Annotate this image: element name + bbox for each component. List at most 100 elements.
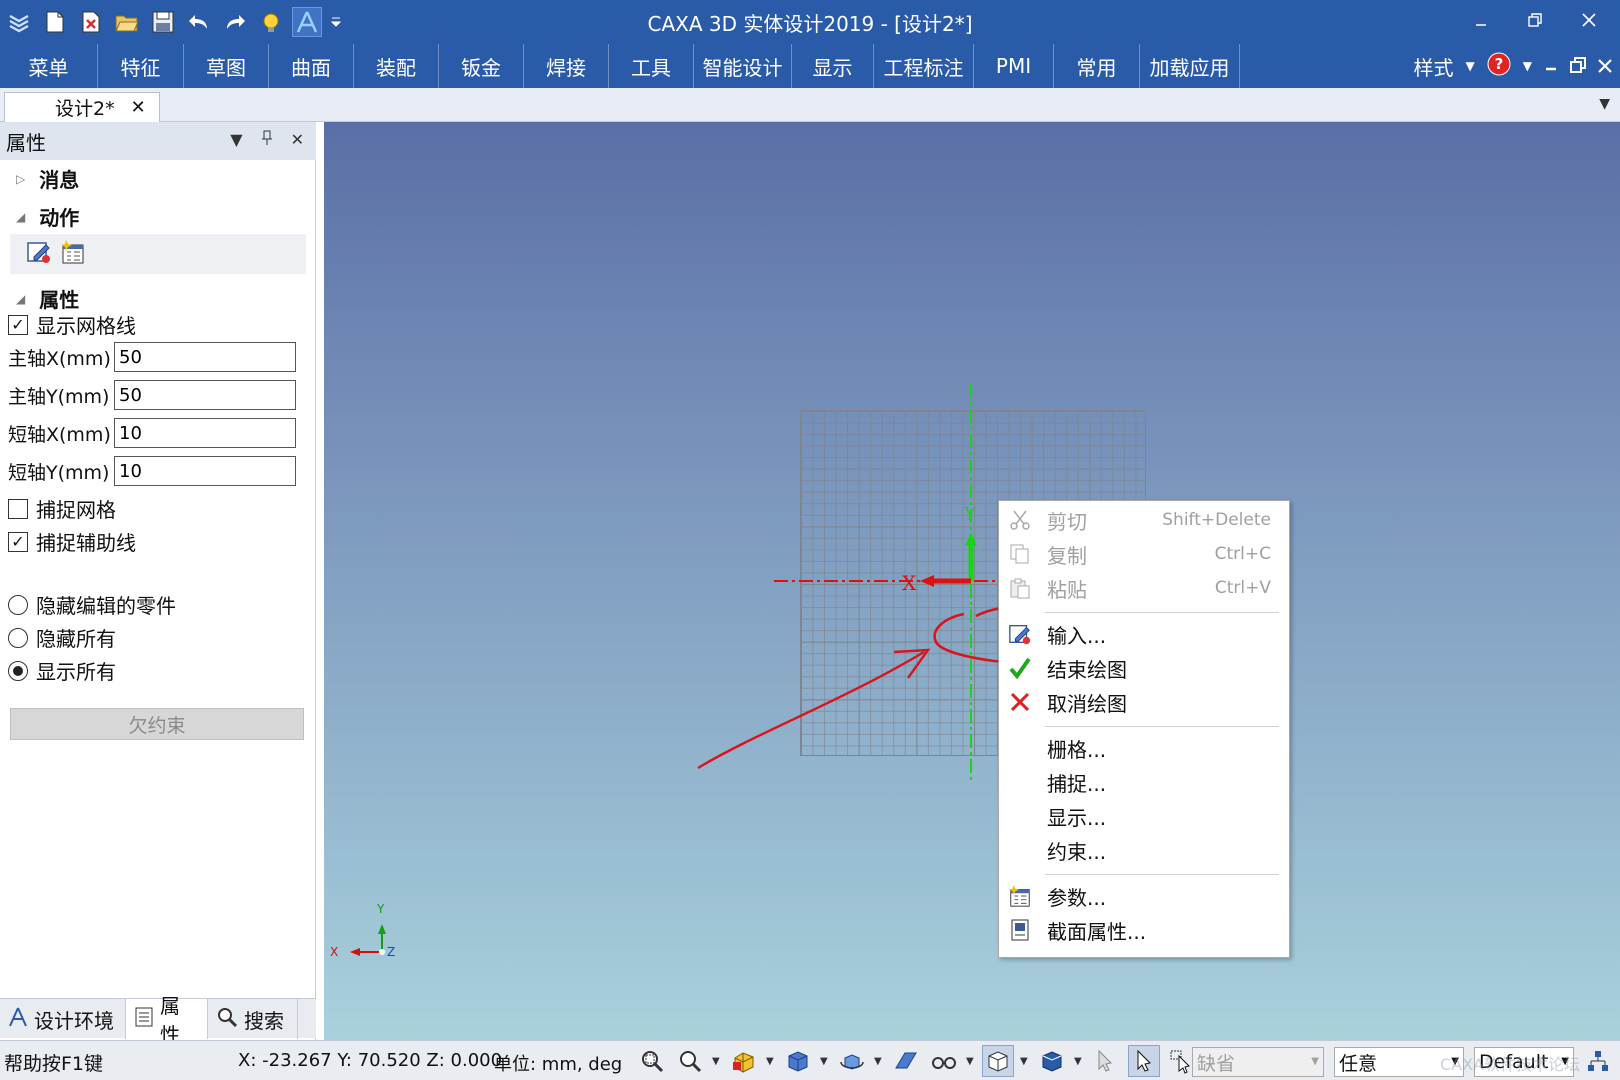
minimize-icon[interactable] — [1458, 4, 1504, 36]
dropdown-arrow-icon[interactable]: ▼ — [712, 1056, 722, 1067]
restore-icon[interactable] — [1512, 4, 1558, 36]
panel-menu-icon[interactable]: ▼ — [230, 130, 242, 150]
menu-common[interactable]: 常用 — [1054, 44, 1140, 88]
rotate-view-icon[interactable] — [836, 1045, 868, 1077]
menu-sketch[interactable]: 草图 — [184, 44, 269, 88]
minor-y-input[interactable] — [114, 456, 296, 486]
menu-welding[interactable]: 焊接 — [524, 44, 609, 88]
menu-item-parameters[interactable]: 参数... — [999, 879, 1289, 913]
doc-restore-icon[interactable] — [1570, 54, 1586, 78]
section-message[interactable]: ▷ 消息 — [16, 164, 79, 193]
dropdown-arrow-icon[interactable]: ▼ — [1466, 59, 1475, 73]
menu-main[interactable]: 菜单 — [0, 44, 98, 88]
menu-item-cancel-sketch[interactable]: 取消绘图 — [999, 685, 1289, 719]
property-panel: 属性 ▼ ✕ ▷ 消息 ◢ 动作 ◢ 属性 ✓ 显示网格线 主轴X(mm) 50… — [0, 122, 316, 1047]
menu-tools[interactable]: 工具 — [609, 44, 694, 88]
major-x-input[interactable] — [114, 342, 296, 372]
doc-close-icon[interactable] — [1598, 54, 1612, 78]
menu-item-finish-sketch[interactable]: 结束绘图 — [999, 651, 1289, 685]
dropdown-arrow-icon[interactable]: ▼ — [766, 1056, 776, 1067]
dropdown-arrow-icon: ▼ — [1311, 1056, 1319, 1067]
close-icon[interactable] — [1566, 4, 1612, 36]
dropdown-arrow-icon[interactable]: ▼ — [820, 1056, 830, 1067]
network-icon[interactable] — [1582, 1045, 1614, 1077]
style-menu[interactable]: 样式 — [1414, 52, 1454, 81]
minor-x-input[interactable] — [114, 418, 296, 448]
pick-filter-icon[interactable] — [1090, 1045, 1122, 1077]
menu-item-constraint[interactable]: 约束... — [999, 833, 1289, 867]
dropdown-arrow-icon[interactable]: ▼ — [874, 1056, 884, 1067]
default-combo[interactable]: 缺省 ▼ — [1192, 1047, 1324, 1077]
menu-load-apps[interactable]: 加载应用 — [1140, 44, 1240, 88]
collapse-triangle-icon: ◢ — [16, 209, 26, 224]
tab-design-environment[interactable]: 设计环境 — [0, 999, 126, 1039]
select-cursor-icon[interactable] — [1128, 1045, 1160, 1077]
menu-item-copy[interactable]: 复制 Ctrl+C — [999, 537, 1289, 571]
radio-button-selected[interactable] — [8, 660, 28, 681]
design-viewport[interactable]: X Y Y X Z — [324, 122, 1620, 1040]
menu-pmi[interactable]: PMI — [974, 44, 1054, 88]
section-view-icon[interactable] — [890, 1045, 922, 1077]
menu-sheet-metal[interactable]: 钣金 — [439, 44, 524, 88]
tab-properties[interactable]: 属性 — [126, 994, 208, 1047]
menu-item-constraint-label: 约束... — [1047, 839, 1107, 864]
checkbox-checked[interactable]: ✓ — [8, 531, 28, 552]
radio-button[interactable] — [8, 627, 28, 648]
menu-feature[interactable]: 特征 — [98, 44, 184, 88]
menu-item-snap[interactable]: 捕捉... — [999, 765, 1289, 799]
menu-item-cut[interactable]: 剪切 Shift+Delete — [999, 503, 1289, 537]
menu-item-input[interactable]: 输入... — [999, 617, 1289, 651]
show-grid-checkbox[interactable]: ✓ 显示网格线 — [8, 310, 136, 339]
input-edit-icon[interactable] — [26, 239, 52, 270]
menu-item-display[interactable]: 显示... — [999, 799, 1289, 833]
section-properties-label: 属性 — [39, 288, 80, 312]
section-properties[interactable]: ◢ 属性 — [16, 284, 79, 313]
pan-view-icon[interactable] — [728, 1045, 760, 1077]
radio-show-all[interactable]: 显示所有 — [8, 656, 116, 685]
field-major-x-label: 主轴X(mm) — [8, 347, 111, 370]
snap-guides-checkbox[interactable]: ✓ 捕捉辅助线 — [8, 527, 136, 556]
panel-header: 属性 ▼ ✕ — [0, 122, 316, 160]
render-style-icon[interactable] — [982, 1045, 1014, 1077]
radio-hide-edited-parts[interactable]: 隐藏编辑的零件 — [8, 590, 176, 619]
tab-close-icon[interactable]: ✕ — [131, 97, 146, 118]
status-bar: 帮助按F1键 X: -23.267 Y: 70.520 Z: 0.000 单位:… — [0, 1040, 1620, 1080]
menu-engineering-annotation[interactable]: 工程标注 — [874, 44, 974, 88]
parameters-icon[interactable] — [60, 239, 86, 270]
checkmark-icon — [1007, 655, 1033, 681]
menu-item-parameters-label: 参数... — [1047, 885, 1107, 910]
menu-separator — [1045, 874, 1279, 875]
radio-button[interactable] — [8, 594, 28, 615]
menu-item-grid[interactable]: 栅格... — [999, 731, 1289, 765]
major-y-input[interactable] — [114, 380, 296, 410]
menu-smart-design[interactable]: 智能设计 — [694, 44, 792, 88]
zoom-icon[interactable] — [674, 1045, 706, 1077]
tab-list-dropdown-icon[interactable]: ▼ — [1599, 96, 1610, 112]
document-tab[interactable]: 设计2* ✕ — [4, 92, 160, 122]
menu-assembly[interactable]: 装配 — [354, 44, 439, 88]
menu-item-paste[interactable]: 粘贴 Ctrl+V — [999, 571, 1289, 605]
help-icon[interactable]: ? — [1487, 52, 1511, 81]
checkbox-checked[interactable]: ✓ — [8, 314, 28, 335]
dropdown-arrow-icon[interactable]: ▼ — [1523, 59, 1532, 73]
pin-icon[interactable] — [261, 130, 273, 150]
dropdown-arrow-icon[interactable]: ▼ — [966, 1056, 976, 1067]
menu-item-section-properties[interactable]: 截面属性... — [999, 913, 1289, 947]
underconstrained-button[interactable]: 欠约束 — [10, 708, 304, 740]
zoom-window-icon[interactable] — [636, 1045, 668, 1077]
standard-view-icon[interactable] — [782, 1045, 814, 1077]
walk-view-icon[interactable] — [928, 1045, 960, 1077]
checkbox-unchecked[interactable] — [8, 498, 28, 519]
menu-display[interactable]: 显示 — [792, 44, 874, 88]
menu-surface[interactable]: 曲面 — [269, 44, 354, 88]
display-mode-icon[interactable] — [1036, 1045, 1068, 1077]
panel-close-icon[interactable]: ✕ — [291, 130, 304, 150]
tab-search[interactable]: 搜索 — [208, 999, 298, 1039]
section-action[interactable]: ◢ 动作 — [16, 202, 79, 231]
doc-minimize-icon[interactable] — [1544, 54, 1558, 78]
menu-item-display-label: 显示... — [1047, 805, 1107, 830]
snap-grid-checkbox[interactable]: 捕捉网格 — [8, 494, 116, 523]
dropdown-arrow-icon[interactable]: ▼ — [1020, 1056, 1030, 1067]
dropdown-arrow-icon[interactable]: ▼ — [1074, 1056, 1084, 1067]
radio-hide-all[interactable]: 隐藏所有 — [8, 623, 116, 652]
